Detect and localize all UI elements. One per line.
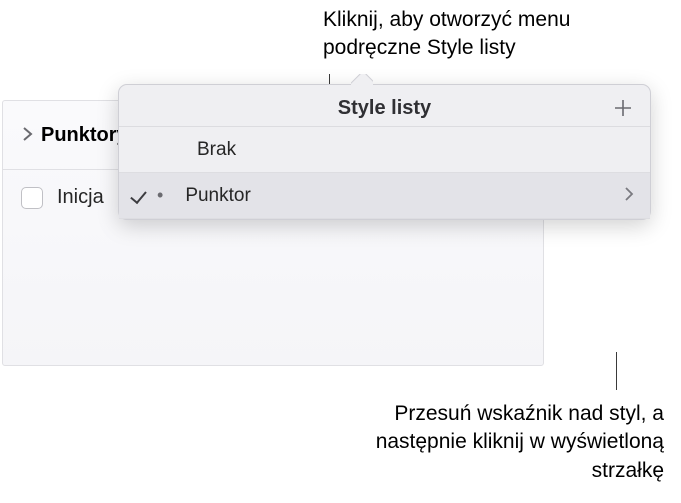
initial-checkbox[interactable] (21, 187, 43, 209)
list-styles-popover: Style listy Brak • Punktor (118, 84, 651, 220)
style-item-none[interactable]: Brak (119, 127, 650, 173)
list-item-label: Punktor (185, 185, 250, 207)
popover-title: Style listy (338, 97, 431, 120)
annotation-top: Kliknij, aby otworzyć menu podręczne Sty… (323, 6, 663, 63)
style-item-bullet[interactable]: • Punktor (119, 173, 650, 219)
callout-line-bottom (616, 352, 617, 390)
annotation-bottom: Przesuń wskaźnik nad styl, a następnie k… (364, 400, 664, 485)
popover-header: Style listy (119, 85, 650, 126)
chevron-right-icon[interactable] (21, 125, 33, 146)
list-item-label: Brak (197, 139, 236, 161)
add-style-button[interactable] (606, 91, 640, 125)
popover-caret-icon (351, 74, 373, 85)
popover-list: Brak • Punktor (119, 126, 650, 219)
chevron-right-icon[interactable] (624, 185, 634, 207)
bullet-icon: • (157, 185, 163, 206)
option-label: Inicja (57, 186, 104, 209)
